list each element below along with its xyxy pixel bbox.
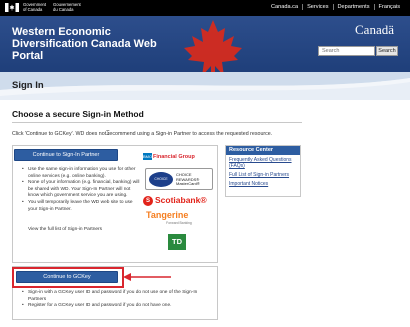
continue-to-sign-in-partner-button[interactable]: Continue to Sign-In Partner	[14, 149, 118, 161]
tangerine-logo: Tangerine Forward Banking	[146, 210, 212, 228]
government-bar: Government of Canada Gouvernement du Canad…	[0, 0, 410, 16]
resource-center-title: Resource Center	[226, 146, 300, 155]
scotiabank-logo: S Scotiabank®	[143, 193, 215, 207]
mouse-cursor-icon: ⌶	[106, 131, 110, 137]
section-subtitle: Choose a secure Sign-in Method	[12, 109, 144, 119]
language-toggle-link[interactable]: Français	[375, 4, 400, 10]
top-links: Canada.ca Services Departments Français	[267, 4, 400, 10]
bmo-roundel-icon: BMO	[143, 153, 153, 161]
canada-ca-link[interactable]: Canada.ca	[267, 4, 304, 10]
maple-leaf-icon	[184, 20, 242, 72]
divider	[12, 122, 302, 123]
departments-link[interactable]: Departments	[334, 4, 375, 10]
page-heading: Sign In	[12, 80, 44, 91]
list-item: Use the same sign-in information you use…	[22, 167, 140, 180]
gckey-bullet-list: Sign-in with a GCKey user ID and passwor…	[22, 290, 212, 310]
list-item: Sign-in with a GCKey user ID and passwor…	[22, 290, 212, 303]
choice-rewards-text: CHOICE REWARDS® MasterCard®	[176, 172, 200, 187]
choice-rewards-card-icon: CHOICE REWARDS	[149, 172, 173, 196]
list-item: None of your information (e.g. financial…	[22, 180, 140, 200]
gckey-highlight-box	[12, 267, 124, 288]
site-title[interactable]: Western Economic Diversification Canada …	[12, 26, 182, 62]
red-arrow-icon	[123, 273, 171, 281]
list-item: You will temporarily leave the WD web si…	[22, 200, 140, 213]
scotiabank-name: Scotiabank®	[155, 195, 207, 205]
partner-list-link[interactable]: Full List of Sign-in Partners	[229, 172, 297, 178]
canada-flag-icon	[5, 3, 19, 12]
tangerine-name: Tangerine	[146, 210, 189, 220]
intro-text: Click 'Continue to GCKey'. WD does not r…	[12, 131, 273, 137]
banner-swoosh	[0, 72, 410, 100]
site-banner: Western Economic Diversification Canada …	[0, 16, 410, 72]
list-item: Register for a GCKey user ID and passwor…	[22, 303, 212, 310]
government-of-canada-label: Government of Canada	[23, 2, 47, 12]
search-button[interactable]: Search	[376, 46, 398, 56]
choice-rewards-logo: CHOICE REWARDS CHOICE REWARDS® MasterCar…	[145, 168, 213, 196]
partner-bullet-list: Use the same sign-in information you use…	[22, 167, 140, 213]
resource-center: Resource Center Frequently Asked Questio…	[225, 145, 301, 197]
important-notices-link[interactable]: Important Notices	[229, 181, 297, 187]
td-logo: TD	[168, 234, 186, 250]
gouvernement-du-canada-label: Gouvernement du Canada	[53, 2, 81, 12]
search-input[interactable]	[318, 46, 375, 56]
tangerine-tagline: Forward Banking	[166, 221, 192, 225]
faq-link[interactable]: Frequently Asked Questions (FAQs)	[229, 157, 297, 169]
bmo-name: Financial Group	[153, 154, 195, 160]
services-link[interactable]: Services	[303, 4, 334, 10]
bmo-logo: BMOFinancial Group	[143, 152, 213, 162]
view-partner-list-text: View the full list of Sign-in Partners	[28, 227, 103, 232]
canada-wordmark: Canadä	[355, 22, 394, 37]
scotiabank-s-icon: S	[143, 195, 153, 206]
